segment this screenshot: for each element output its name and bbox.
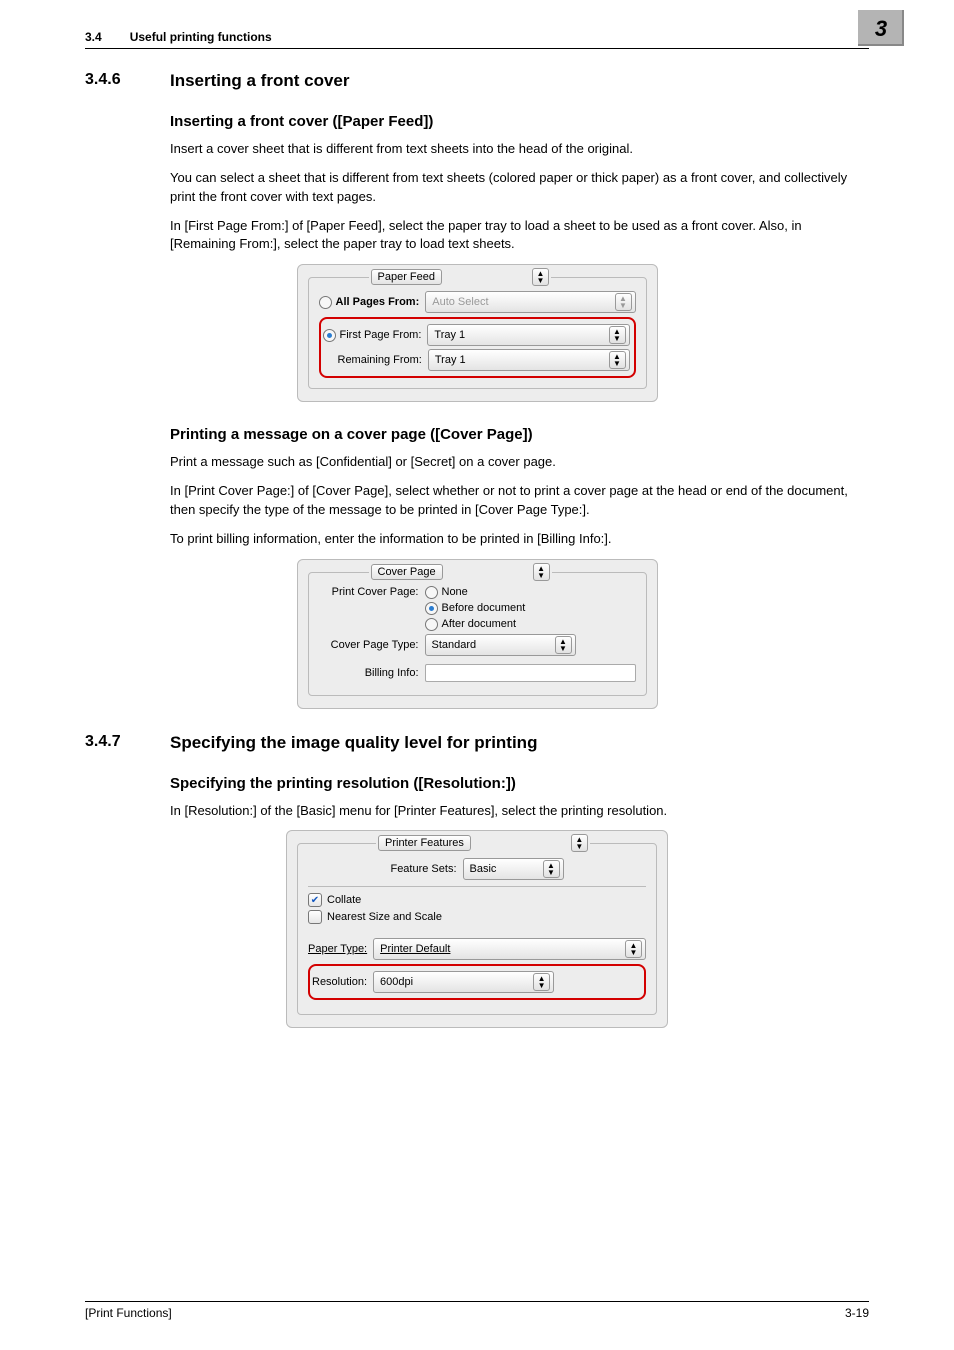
section-title: Inserting a front cover <box>170 71 349 91</box>
figure-cover-page: Cover Page Print Cover Page: None Before… <box>297 559 658 709</box>
stepper-icon[interactable] <box>571 834 588 852</box>
select-value: Standard <box>432 639 477 651</box>
chevrons-icon <box>555 636 572 654</box>
stepper-icon[interactable] <box>532 268 549 286</box>
chevrons-icon <box>543 860 560 878</box>
select-cover-page-type[interactable]: Standard <box>425 634 576 656</box>
section-number: 3.4.6 <box>85 71 170 91</box>
label-collate: Collate <box>327 894 361 906</box>
body-text: Insert a cover sheet that is different f… <box>170 140 869 159</box>
body-text: You can select a sheet that is different… <box>170 169 869 207</box>
dropdown-paper-feed[interactable]: Paper Feed <box>371 269 442 285</box>
option-before-document: Before document <box>442 602 526 614</box>
figure-printer-features: Printer Features Feature Sets: Basic ✔ C… <box>286 830 668 1028</box>
option-none: None <box>442 586 468 598</box>
dropdown-printer-features[interactable]: Printer Features <box>378 835 471 851</box>
section-number: 3.4.7 <box>85 733 170 753</box>
select-value: 600dpi <box>380 976 413 988</box>
label-resolution: Resolution: <box>312 976 367 988</box>
footer-left: [Print Functions] <box>85 1306 172 1320</box>
subsection-title: Inserting a front cover ([Paper Feed]) <box>170 113 869 130</box>
figure-paper-feed: Paper Feed All Pages From: Auto Select F… <box>297 264 658 402</box>
page-header: 3.4 Useful printing functions <box>85 30 272 44</box>
select-paper-type[interactable]: Printer Default <box>373 938 646 960</box>
dropdown-cover-page[interactable]: Cover Page <box>371 564 443 580</box>
chapter-badge: 3 <box>858 10 904 46</box>
chevrons-icon <box>615 293 632 311</box>
select-all-pages-from: Auto Select <box>425 291 635 313</box>
select-value: Tray 1 <box>434 329 465 341</box>
select-first-page-from[interactable]: Tray 1 <box>427 324 629 346</box>
section-title: Specifying the image quality level for p… <box>170 733 537 753</box>
body-text: In [Resolution:] of the [Basic] menu for… <box>170 802 869 821</box>
body-text: Print a message such as [Confidential] o… <box>170 453 869 472</box>
body-text: In [Print Cover Page:] of [Cover Page], … <box>170 482 869 520</box>
label-paper-type: Paper Type: <box>308 943 367 955</box>
dropdown-label: Cover Page <box>378 566 436 578</box>
select-resolution[interactable]: 600dpi <box>373 971 554 993</box>
select-value: Printer Default <box>380 943 450 955</box>
label-cover-page-type: Cover Page Type: <box>319 639 425 651</box>
chevrons-icon <box>609 326 626 344</box>
radio-first-page[interactable] <box>323 329 336 342</box>
label-print-cover-page: Print Cover Page: <box>319 586 425 598</box>
radio-all-pages[interactable] <box>319 296 332 309</box>
body-text: In [First Page From:] of [Paper Feed], s… <box>170 217 869 255</box>
radio-after-document[interactable] <box>425 618 438 631</box>
option-after-document: After document <box>442 618 517 630</box>
label-billing-info: Billing Info: <box>319 667 425 679</box>
chevrons-icon <box>609 351 626 369</box>
header-section-number: 3.4 <box>85 30 102 44</box>
subsection-title: Specifying the printing resolution ([Res… <box>170 775 869 792</box>
select-remaining-from[interactable]: Tray 1 <box>428 349 630 371</box>
footer-right: 3-19 <box>845 1306 869 1320</box>
dropdown-label: Paper Feed <box>378 271 435 283</box>
chevrons-icon <box>533 973 550 991</box>
label-remaining-from: Remaining From: <box>338 354 422 366</box>
select-value: Auto Select <box>432 296 488 308</box>
input-billing-info[interactable] <box>425 664 636 682</box>
dropdown-label: Printer Features <box>385 837 464 849</box>
label-nearest-size-scale: Nearest Size and Scale <box>327 911 442 923</box>
radio-none[interactable] <box>425 586 438 599</box>
label-all-pages-from: All Pages From: <box>336 296 420 308</box>
subsection-title: Printing a message on a cover page ([Cov… <box>170 426 869 443</box>
chevrons-icon <box>625 940 642 958</box>
select-value: Basic <box>470 863 497 875</box>
stepper-icon[interactable] <box>533 563 550 581</box>
label-feature-sets: Feature Sets: <box>390 863 456 875</box>
header-section-title: Useful printing functions <box>130 30 272 44</box>
checkbox-nearest-size-scale[interactable] <box>308 910 322 924</box>
radio-before-document[interactable] <box>425 602 438 615</box>
select-feature-sets[interactable]: Basic <box>463 858 564 880</box>
select-value: Tray 1 <box>435 354 466 366</box>
checkbox-collate[interactable]: ✔ <box>308 893 322 907</box>
label-first-page-from: First Page From: <box>340 329 422 341</box>
body-text: To print billing information, enter the … <box>170 530 869 549</box>
